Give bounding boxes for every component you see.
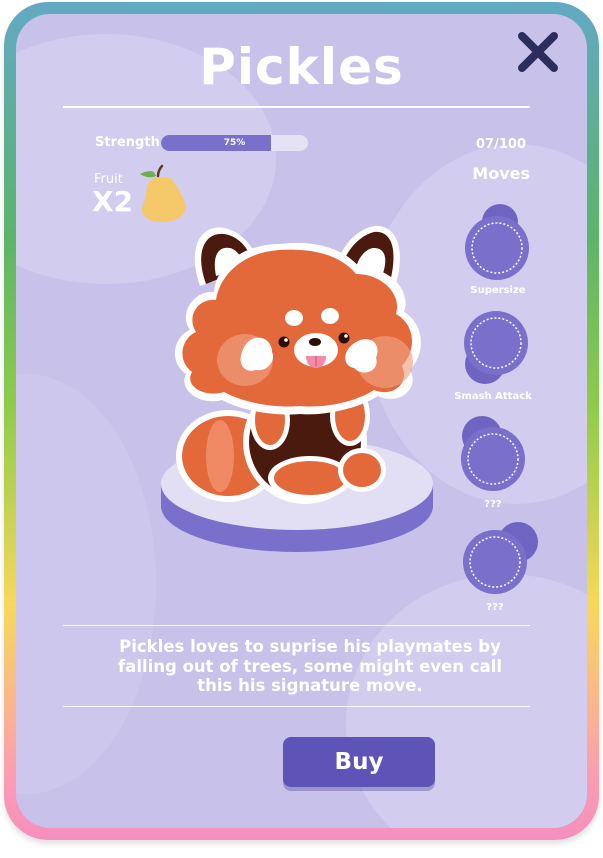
title-divider [63, 106, 530, 108]
close-icon[interactable] [514, 28, 562, 76]
strength-label: Strength [95, 135, 160, 150]
move-slot-locked-1[interactable]: ??? [448, 414, 538, 524]
description-top-divider [63, 625, 530, 626]
strength-bar: 75% [161, 135, 308, 151]
collection-count: 07/100 [476, 137, 526, 152]
move-label-smash-attack: Smash Attack [454, 391, 532, 402]
locked-move-slot-icon [461, 416, 525, 491]
locked-move-slot-icon [463, 522, 538, 594]
move-slot-icon [465, 204, 529, 280]
background-blob [16, 374, 156, 794]
move-slot-supersize[interactable]: Supersize [453, 203, 543, 313]
move-label-locked-1: ??? [484, 499, 502, 510]
move-label-locked-2: ??? [486, 602, 504, 613]
fruit-multiplier: X2 [92, 185, 134, 218]
moves-heading: Moves [472, 164, 530, 183]
red-panda-pet[interactable] [160, 210, 444, 566]
pet-name-title: Pickles [199, 38, 404, 96]
strength-value: 75% [223, 138, 246, 148]
move-slot-smash-attack[interactable]: Smash Attack [448, 310, 538, 420]
move-slot-icon [464, 311, 528, 384]
pet-description: Pickles loves to suprise his playmates b… [118, 637, 502, 695]
description-bottom-divider [63, 706, 530, 707]
move-label-supersize: Supersize [470, 285, 526, 296]
buy-button[interactable]: Buy [283, 737, 435, 787]
move-slot-locked-2[interactable]: ??? [450, 520, 540, 630]
